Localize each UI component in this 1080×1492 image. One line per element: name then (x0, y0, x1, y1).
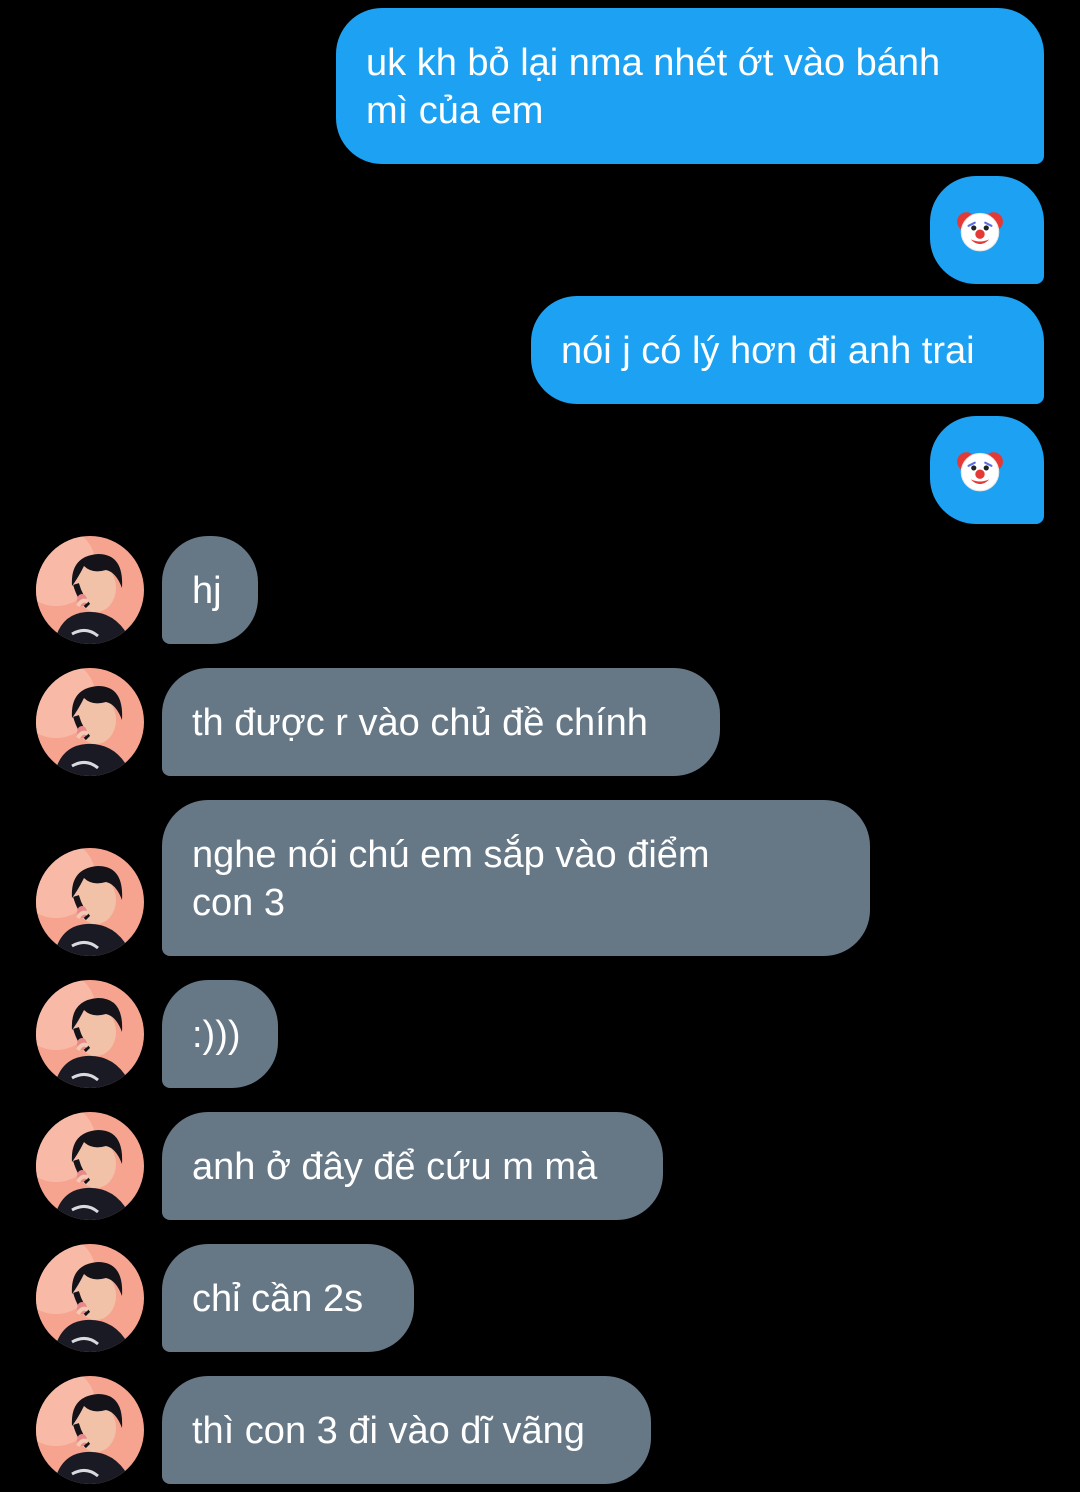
incoming-message[interactable]: chỉ cần 2s (162, 1244, 414, 1352)
contact-avatar[interactable] (36, 848, 144, 956)
outgoing-message[interactable] (930, 416, 1044, 524)
incoming-message[interactable]: anh ở đây để cứu m mà (162, 1112, 663, 1220)
contact-avatar[interactable] (36, 1112, 144, 1220)
clown-face-icon (955, 349, 1018, 591)
contact-avatar[interactable] (36, 668, 144, 776)
incoming-message[interactable]: :))) (162, 980, 278, 1088)
incoming-message[interactable]: nghe nói chú em sắp vào điểm con 3 (162, 800, 870, 956)
incoming-message[interactable]: hj (162, 536, 258, 644)
contact-avatar[interactable] (36, 1376, 144, 1484)
incoming-message[interactable]: thì con 3 đi vào dĩ vãng (162, 1376, 651, 1484)
contact-avatar[interactable] (36, 1244, 144, 1352)
incoming-message[interactable]: th được r vào chủ đề chính (162, 668, 720, 776)
contact-avatar[interactable] (36, 980, 144, 1088)
outgoing-message[interactable] (930, 176, 1044, 284)
contact-avatar[interactable] (36, 536, 144, 644)
conversation-thread: uk kh bỏ lại nma nhét ớt vào bánh mì của… (0, 0, 1080, 1492)
outgoing-message[interactable]: uk kh bỏ lại nma nhét ớt vào bánh mì của… (336, 8, 1044, 164)
